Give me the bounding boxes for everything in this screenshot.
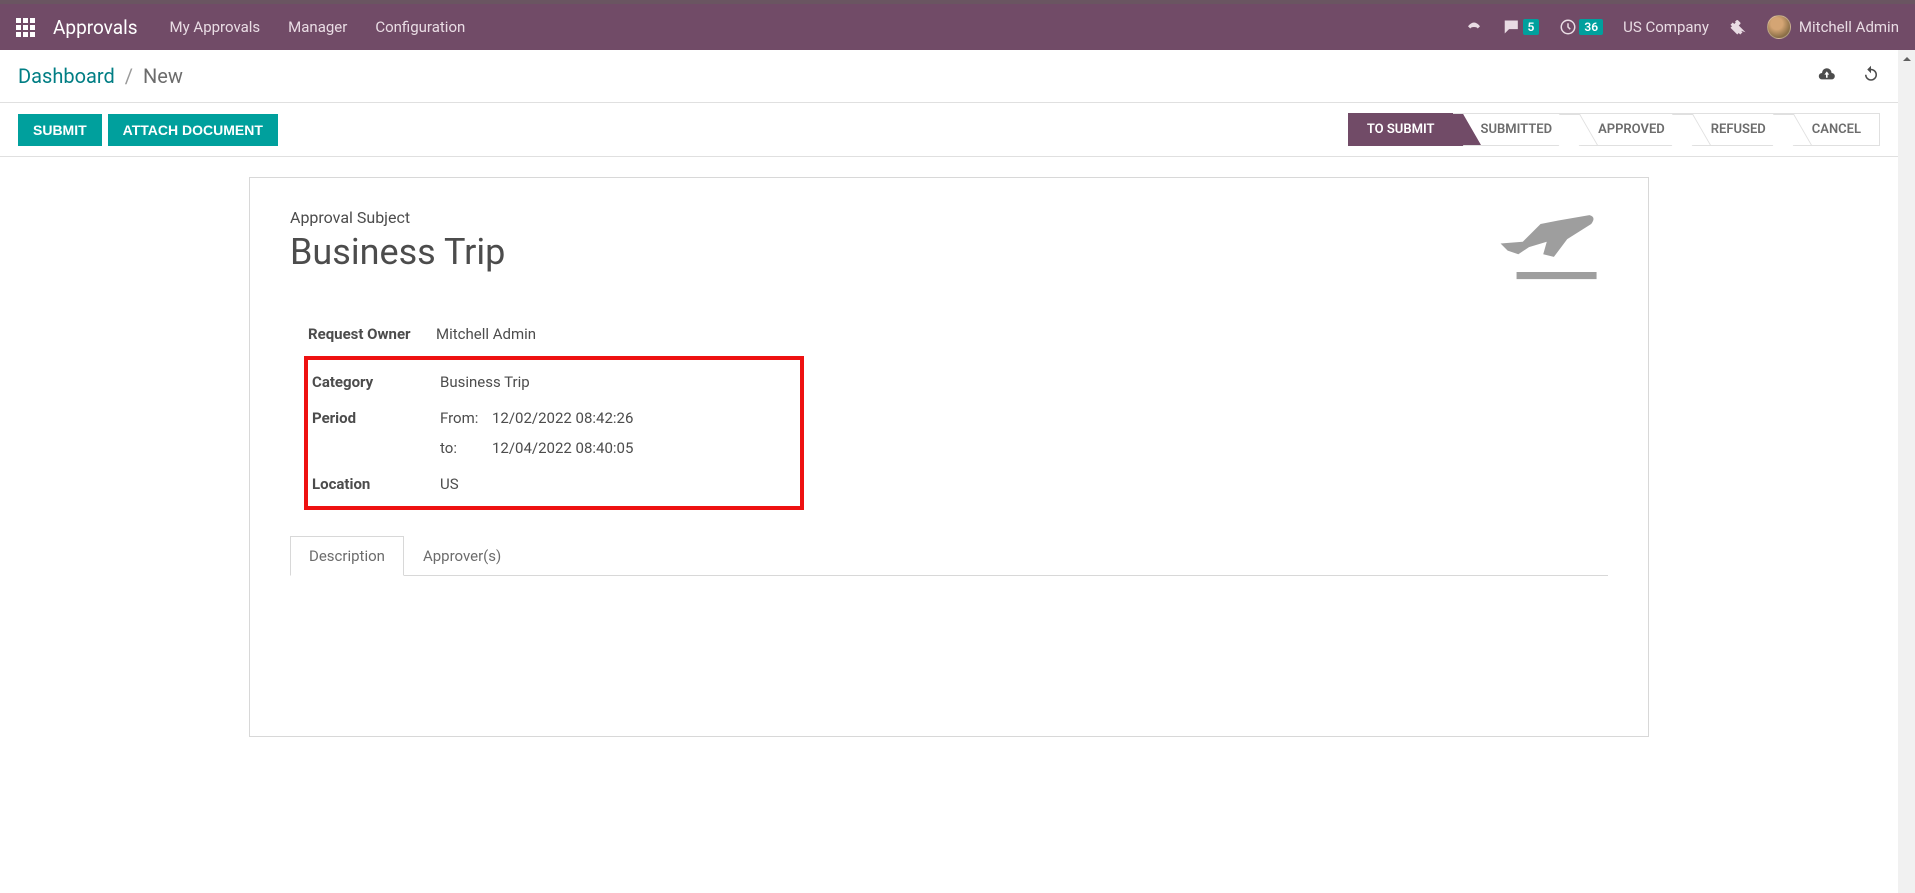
value-category[interactable]: Business Trip [440, 373, 530, 391]
subject-block: Approval Subject Business Trip [290, 208, 505, 292]
highlighted-fields-box: Category Business Trip Period From: 12/0… [304, 356, 804, 510]
value-location[interactable]: US [440, 475, 459, 493]
breadcrumb-bar: Dashboard / New [0, 50, 1898, 102]
label-location: Location [312, 475, 440, 493]
breadcrumb-actions [1816, 65, 1880, 87]
label-period: Period [312, 409, 440, 427]
content-wrapper: Dashboard / New SUBMIT ATTACH DOCUMENT T… [0, 50, 1915, 893]
status-to-submit[interactable]: TO SUBMIT [1348, 113, 1453, 146]
nav-link-manager[interactable]: Manager [288, 18, 347, 36]
navbar-right: 5 36 US Company Mitchell Admin [1465, 15, 1899, 39]
nav-link-my-approvals[interactable]: My Approvals [170, 18, 261, 36]
nav-links: My Approvals Manager Configuration [170, 18, 466, 36]
period-from: From: 12/02/2022 08:42:26 [440, 409, 633, 427]
nav-link-configuration[interactable]: Configuration [375, 18, 465, 36]
row-category: Category Business Trip [308, 364, 800, 400]
company-selector[interactable]: US Company [1623, 18, 1709, 36]
sheet-header: Approval Subject Business Trip [290, 208, 1608, 292]
scroll-up-arrow-icon[interactable] [1898, 50, 1915, 67]
status-bar: TO SUBMIT SUBMITTED APPROVED REFUSED CAN… [1348, 113, 1880, 146]
breadcrumb: Dashboard / New [18, 64, 183, 88]
subject-label: Approval Subject [290, 208, 505, 227]
submit-button[interactable]: SUBMIT [18, 114, 102, 146]
user-avatar [1767, 15, 1791, 39]
form-fields: Request Owner Mitchell Admin [308, 316, 1608, 352]
apps-grid-icon[interactable] [16, 18, 35, 37]
user-name: Mitchell Admin [1799, 18, 1899, 36]
row-location: Location US [308, 466, 800, 502]
label-request-owner: Request Owner [308, 325, 436, 343]
activities-icon[interactable]: 36 [1559, 18, 1603, 36]
label-period-to: to: [440, 439, 482, 457]
tab-approvers[interactable]: Approver(s) [404, 536, 520, 576]
row-period: Period From: 12/02/2022 08:42:26 to: 12/… [308, 400, 800, 466]
action-bar: SUBMIT ATTACH DOCUMENT TO SUBMIT SUBMITT… [0, 102, 1898, 157]
period-to: to: 12/04/2022 08:40:05 [440, 439, 633, 457]
value-period: From: 12/02/2022 08:42:26 to: 12/04/2022… [440, 409, 633, 457]
value-request-owner[interactable]: Mitchell Admin [436, 325, 536, 343]
label-period-from: From: [440, 409, 482, 427]
messages-badge: 5 [1523, 19, 1540, 35]
messages-icon[interactable]: 5 [1503, 19, 1540, 35]
undo-icon[interactable] [1862, 65, 1880, 87]
value-period-to[interactable]: 12/04/2022 08:40:05 [492, 439, 633, 457]
attach-document-button[interactable]: ATTACH DOCUMENT [108, 114, 278, 146]
form-tabs: Description Approver(s) [290, 536, 1608, 576]
main-content: Dashboard / New SUBMIT ATTACH DOCUMENT T… [0, 50, 1898, 893]
breadcrumb-separator: / [125, 64, 133, 88]
value-period-from[interactable]: 12/02/2022 08:42:26 [492, 409, 633, 427]
row-request-owner: Request Owner Mitchell Admin [308, 316, 1608, 352]
breadcrumb-root[interactable]: Dashboard [18, 64, 115, 88]
activities-badge: 36 [1579, 19, 1603, 35]
main-navbar: Approvals My Approvals Manager Configura… [0, 4, 1915, 50]
app-brand[interactable]: Approvals [53, 16, 138, 39]
label-category: Category [312, 373, 440, 391]
breadcrumb-current: New [143, 64, 183, 88]
tab-description[interactable]: Description [290, 536, 404, 576]
form-sheet: Approval Subject Business Trip Request O… [249, 177, 1649, 737]
user-menu[interactable]: Mitchell Admin [1767, 15, 1899, 39]
subject-title[interactable]: Business Trip [290, 231, 505, 273]
vertical-scrollbar[interactable] [1898, 50, 1915, 893]
phone-icon[interactable] [1465, 20, 1483, 34]
cloud-save-icon[interactable] [1816, 65, 1836, 87]
debug-icon[interactable] [1729, 18, 1747, 36]
navbar-left: Approvals My Approvals Manager Configura… [16, 16, 465, 39]
airplane-takeoff-icon [1490, 208, 1600, 292]
